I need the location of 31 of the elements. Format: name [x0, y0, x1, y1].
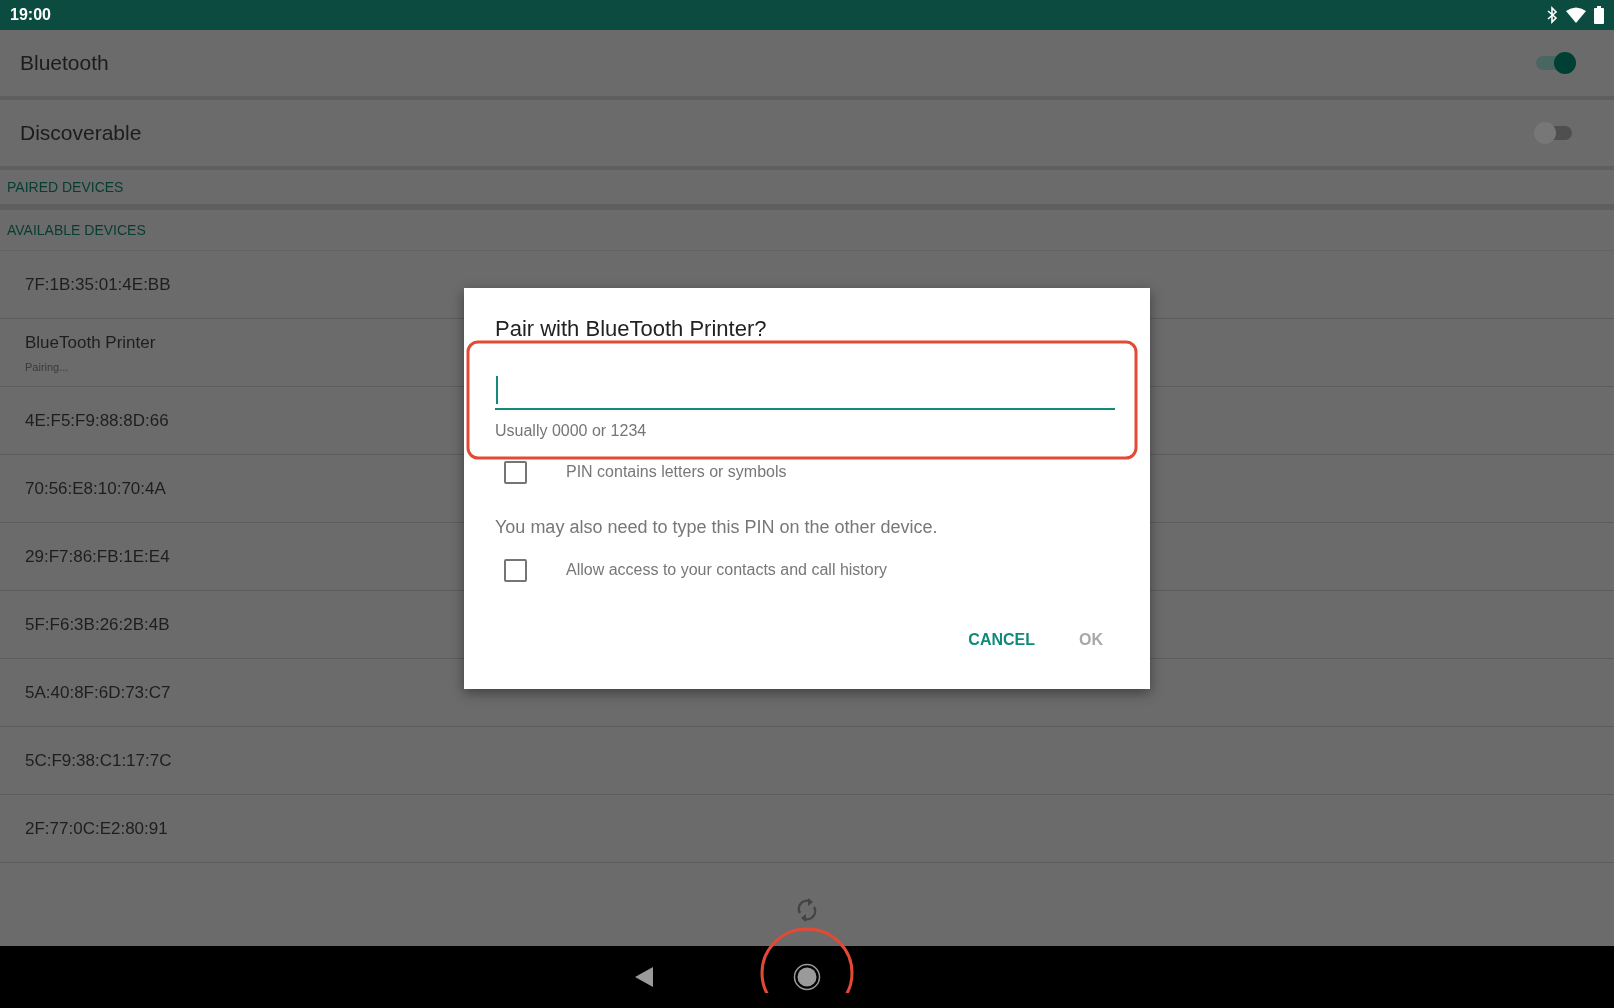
home-icon[interactable] [793, 963, 821, 991]
back-icon[interactable] [635, 967, 653, 987]
device-name: 29:F7:86:FB:1E:E4 [25, 546, 170, 567]
checkbox[interactable] [504, 460, 527, 484]
battery-icon [1594, 6, 1604, 24]
bluetooth-icon [1546, 6, 1558, 24]
wifi-icon [1566, 7, 1586, 23]
toggle-switch[interactable] [1534, 120, 1574, 146]
toggle-switch[interactable] [1534, 50, 1574, 76]
dialog-message: You may also need to type this PIN on the other device. [495, 517, 939, 538]
field-helper-text: Usually 0000 or 1234 [495, 422, 648, 440]
status-time: 19:00 [10, 6, 51, 24]
device-item[interactable]: 5C:F9:38:C1:17:7C [0, 727, 1614, 795]
device-name: BlueTooth Printer [25, 332, 156, 353]
device-name: 2F:77:0C:E2:80:91 [25, 818, 168, 839]
dialog-button[interactable]: CANCEL [956, 623, 1047, 657]
checkbox-label: Allow access to your contacts and call history [566, 561, 888, 579]
device-name: 5A:40:8F:6D:73:C7 [25, 682, 171, 703]
section-header: AVAILABLE DEVICES [7, 222, 146, 238]
setting-label: Bluetooth [20, 51, 109, 75]
device-name: 7F:1B:35:01:4E:BB [25, 274, 171, 295]
device-name: 4E:F5:F9:88:8D:66 [25, 410, 169, 431]
section-header: PAIRED DEVICES [7, 179, 124, 195]
device-name: 5C:F9:38:C1:17:7C [25, 750, 172, 771]
device-name: 70:56:E8:10:70:4A [25, 478, 166, 499]
dialog-title: Pair with BlueTooth Printer? [495, 316, 768, 342]
device-name: 5F:F6:3B:26:2B:4B [25, 614, 170, 635]
device-item[interactable]: 2F:77:0C:E2:80:91 [0, 795, 1614, 863]
checkbox-label: PIN contains letters or symbols [566, 463, 787, 481]
checkbox[interactable] [504, 558, 527, 582]
setting-label: Discoverable [20, 121, 142, 145]
